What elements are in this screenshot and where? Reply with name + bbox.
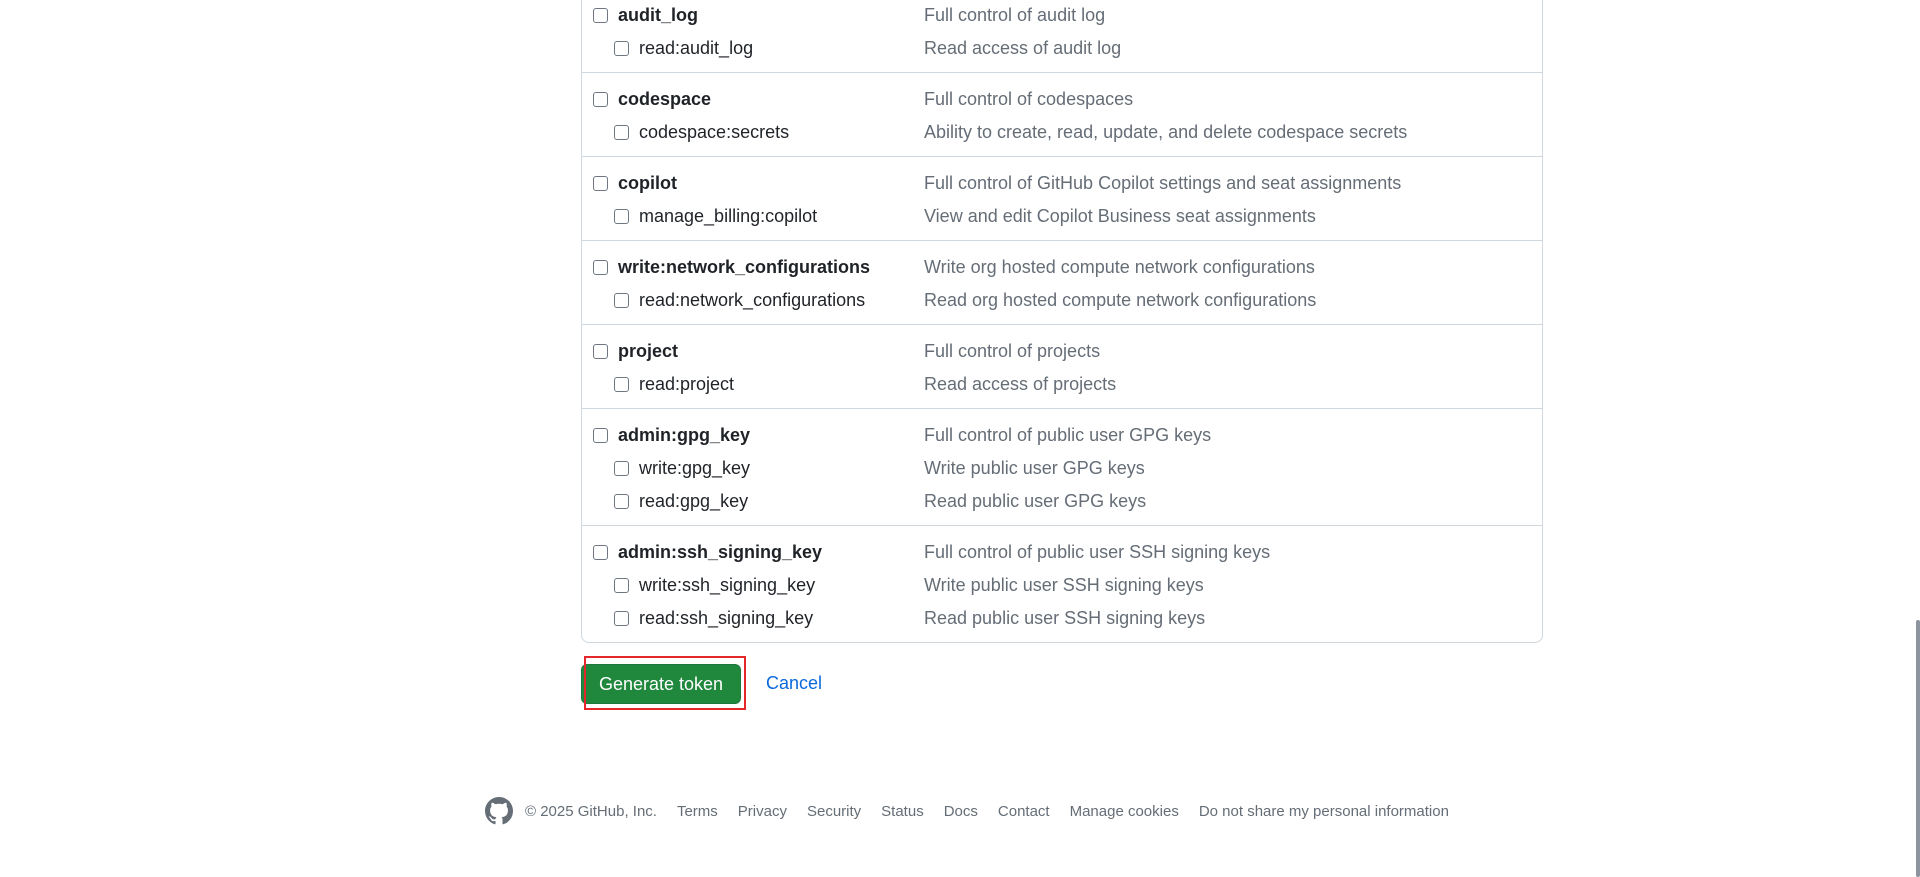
scope-checkbox[interactable] xyxy=(593,8,608,23)
scope-description: Full control of public user SSH signing … xyxy=(924,542,1271,562)
scope-name[interactable]: audit_log xyxy=(618,5,698,26)
scope-row: codespace Full control of codespaces xyxy=(582,83,1542,116)
sub-scope-checkbox[interactable] xyxy=(614,611,629,626)
sub-scope-checkbox[interactable] xyxy=(614,41,629,56)
scrollbar-thumb[interactable] xyxy=(1916,620,1920,877)
scope-description: Write org hosted compute network configu… xyxy=(924,257,1315,277)
footer-link-security[interactable]: Security xyxy=(807,803,861,820)
sub-scope-row: read:audit_log Read access of audit log xyxy=(582,32,1542,65)
scope-description: Read access of audit log xyxy=(924,38,1122,58)
sub-scope-checkbox[interactable] xyxy=(614,578,629,593)
sub-scope-checkbox[interactable] xyxy=(614,494,629,509)
scope-description: Full control of public user GPG keys xyxy=(924,425,1212,445)
scope-checkbox[interactable] xyxy=(593,260,608,275)
scope-group: copilot Full control of GitHub Copilot se… xyxy=(582,156,1542,240)
footer-link-status[interactable]: Status xyxy=(881,803,924,820)
sub-scope-row: write:ssh_signing_key Write public user S… xyxy=(582,569,1542,602)
sub-scope-name[interactable]: manage_billing:copilot xyxy=(639,206,817,227)
sub-scope-checkbox[interactable] xyxy=(614,293,629,308)
scopes-list: audit_log Full control of audit log read:a… xyxy=(581,0,1543,643)
footer-copyright: © 2025 GitHub, Inc. xyxy=(525,802,657,820)
sub-scope-row: read:gpg_key Read public user GPG keys xyxy=(582,485,1542,518)
scope-row: write:network_configurations Write org ho… xyxy=(582,251,1542,284)
scope-description: Full control of projects xyxy=(924,341,1101,361)
footer-link-manage-cookies[interactable]: Manage cookies xyxy=(1070,803,1179,820)
scope-group: write:network_configurations Write org ho… xyxy=(582,240,1542,324)
scope-name[interactable]: write:network_configurations xyxy=(618,257,870,278)
scope-description: Full control of audit log xyxy=(924,5,1106,25)
scope-group: project Full control of projects read:proj… xyxy=(582,324,1542,408)
scope-name[interactable]: copilot xyxy=(618,173,677,194)
sub-scope-name[interactable]: read:project xyxy=(639,374,734,395)
scope-group: audit_log Full control of audit log read:a… xyxy=(582,0,1542,72)
scope-description: Full control of codespaces xyxy=(924,89,1134,109)
scope-description: Write public user SSH signing keys xyxy=(924,575,1204,595)
scope-description: Read access of projects xyxy=(924,374,1117,394)
footer: © 2025 GitHub, Inc. Terms Privacy Securi… xyxy=(485,796,1469,826)
footer-link-terms[interactable]: Terms xyxy=(677,803,718,820)
scope-name[interactable]: admin:ssh_signing_key xyxy=(618,542,822,563)
sub-scope-checkbox[interactable] xyxy=(614,377,629,392)
footer-link-privacy[interactable]: Privacy xyxy=(738,803,787,820)
sub-scope-name[interactable]: read:ssh_signing_key xyxy=(639,608,813,629)
scope-description: Full control of GitHub Copilot settings … xyxy=(924,173,1402,193)
sub-scope-checkbox[interactable] xyxy=(614,461,629,476)
sub-scope-name[interactable]: codespace:secrets xyxy=(639,122,789,143)
sub-scope-name[interactable]: read:gpg_key xyxy=(639,491,748,512)
page: audit_log Full control of audit log read:a… xyxy=(0,0,1920,877)
scope-row: admin:ssh_signing_key Full control of pub… xyxy=(582,536,1542,569)
scope-group: codespace Full control of codespaces codes… xyxy=(582,72,1542,156)
scope-description: View and edit Copilot Business seat assi… xyxy=(924,206,1316,226)
scope-group: admin:gpg_key Full control of public user… xyxy=(582,408,1542,525)
sub-scope-checkbox[interactable] xyxy=(614,209,629,224)
sub-scope-name[interactable]: write:ssh_signing_key xyxy=(639,575,815,596)
footer-link-docs[interactable]: Docs xyxy=(944,803,978,820)
sub-scope-row: read:ssh_signing_key Read public user SSH… xyxy=(582,602,1542,635)
sub-scope-row: read:project Read access of projects xyxy=(582,368,1542,401)
scope-name[interactable]: codespace xyxy=(618,89,711,110)
sub-scope-name[interactable]: read:audit_log xyxy=(639,38,753,59)
scope-row: admin:gpg_key Full control of public user… xyxy=(582,419,1542,452)
generate-token-button[interactable]: Generate token xyxy=(581,664,741,704)
scope-checkbox[interactable] xyxy=(593,92,608,107)
scope-name[interactable]: admin:gpg_key xyxy=(618,425,750,446)
scope-row: copilot Full control of GitHub Copilot se… xyxy=(582,167,1542,200)
scope-name[interactable]: project xyxy=(618,341,678,362)
scope-row: audit_log Full control of audit log xyxy=(582,0,1542,32)
sub-scope-row: manage_billing:copilot View and edit Copi… xyxy=(582,200,1542,233)
scope-checkbox[interactable] xyxy=(593,344,608,359)
cancel-link[interactable]: Cancel xyxy=(766,673,822,694)
scope-checkbox[interactable] xyxy=(593,176,608,191)
sub-scope-row: write:gpg_key Write public user GPG keys xyxy=(582,452,1542,485)
sub-scope-row: codespace:secrets Ability to create, read… xyxy=(582,116,1542,149)
scope-description: Read public user SSH signing keys xyxy=(924,608,1206,628)
scope-description: Ability to create, read, update, and del… xyxy=(924,122,1408,142)
footer-link-contact[interactable]: Contact xyxy=(998,803,1050,820)
sub-scope-name[interactable]: read:network_configurations xyxy=(639,290,865,311)
github-mark-icon[interactable] xyxy=(485,797,513,825)
footer-link-do-not-share[interactable]: Do not share my personal information xyxy=(1199,803,1449,820)
scope-checkbox[interactable] xyxy=(593,545,608,560)
sub-scope-row: read:network_configurations Read org host… xyxy=(582,284,1542,317)
scope-description: Write public user GPG keys xyxy=(924,458,1145,478)
scope-description: Read public user GPG keys xyxy=(924,491,1147,511)
scope-description: Read org hosted compute network configur… xyxy=(924,290,1317,310)
scope-row: project Full control of projects xyxy=(582,335,1542,368)
sub-scope-name[interactable]: write:gpg_key xyxy=(639,458,750,479)
scope-checkbox[interactable] xyxy=(593,428,608,443)
scope-group: admin:ssh_signing_key Full control of pub… xyxy=(582,525,1542,642)
sub-scope-checkbox[interactable] xyxy=(614,125,629,140)
